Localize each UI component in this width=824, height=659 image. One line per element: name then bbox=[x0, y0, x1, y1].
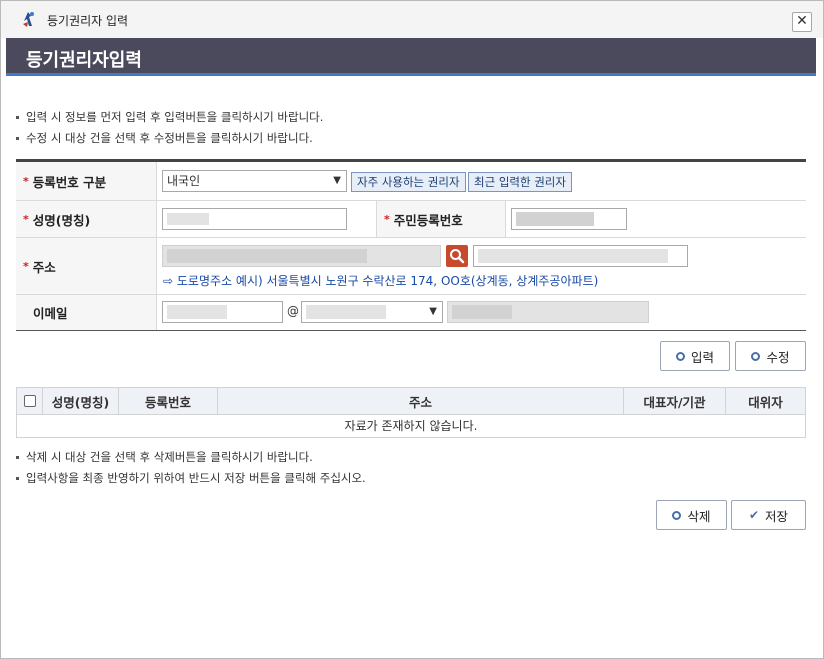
redacted-value bbox=[516, 212, 594, 226]
circle-icon bbox=[675, 351, 685, 361]
close-button[interactable]: ✕ bbox=[792, 12, 812, 32]
recent-holder-button[interactable]: 최근 입력한 권리자 bbox=[468, 172, 572, 192]
dialog-window: 등기권리자 입력 ✕ 등기권리자입력 입력 시 정보를 먼저 입력 후 입력버튼… bbox=[0, 0, 824, 659]
circle-icon bbox=[672, 510, 682, 520]
note-item: 수정 시 대상 건을 선택 후 수정버튼을 클릭하시기 바랍니다. bbox=[15, 128, 323, 149]
redacted-value bbox=[167, 249, 367, 263]
check-icon: ✔ bbox=[748, 508, 760, 522]
edit-button[interactable]: 수정 bbox=[735, 341, 806, 371]
window-title: 등기권리자 입력 bbox=[47, 14, 129, 28]
reg-type-select[interactable]: 내국인 ▼ bbox=[162, 170, 347, 192]
chevron-down-icon: ▼ bbox=[333, 175, 341, 186]
reg-type-label: * 등록번호 구분 bbox=[16, 162, 157, 200]
search-icon bbox=[450, 249, 465, 264]
page-header: 등기권리자입력 bbox=[6, 38, 816, 76]
app-logo-icon bbox=[23, 12, 34, 27]
delete-button[interactable]: 삭제 bbox=[656, 500, 727, 530]
name-label: * 성명(명칭) bbox=[16, 201, 157, 237]
note-item: 입력 시 정보를 먼저 입력 후 입력버튼을 클릭하시기 바랍니다. bbox=[15, 107, 323, 128]
email-at-sign: @ bbox=[287, 304, 299, 318]
rrn-label: * 주민등록번호 bbox=[376, 201, 506, 237]
arrow-right-icon: ⇨ bbox=[163, 274, 174, 288]
chevron-down-icon: ▼ bbox=[429, 306, 437, 317]
rrn-input[interactable] bbox=[511, 208, 627, 230]
page-title: 등기권리자입력 bbox=[26, 50, 142, 71]
close-icon: ✕ bbox=[796, 13, 808, 29]
email-domain-select[interactable]: ▼ bbox=[301, 301, 443, 323]
name-row: * 성명(명칭) * 주민등록번호 bbox=[16, 201, 806, 238]
name-input[interactable] bbox=[162, 208, 347, 230]
address-label: * 주소 bbox=[16, 238, 157, 294]
note-item: 입력사항을 최종 반영하기 위하여 반드시 저장 버튼을 클릭해 주십시오. bbox=[15, 468, 366, 489]
col-name: 성명(명칭) bbox=[43, 388, 119, 414]
col-representative: 대표자/기관 bbox=[624, 388, 726, 414]
title-bar: 등기권리자 입력 ✕ bbox=[1, 1, 823, 38]
col-subrogee: 대위자 bbox=[748, 394, 783, 410]
email-domain-input[interactable] bbox=[447, 301, 649, 323]
holder-list-table: 성명(명칭) 등록번호 주소 대표자/기관 대위자 자료가 존재하지 않습니다. bbox=[16, 387, 806, 438]
col-address: 주소 bbox=[218, 388, 624, 414]
email-id-input[interactable] bbox=[162, 301, 283, 323]
address-search-button[interactable] bbox=[446, 245, 468, 267]
bottom-notes: 삭제 시 대상 건을 선택 후 삭제버튼을 클릭하시기 바랍니다. 입력사항을 … bbox=[15, 447, 366, 489]
registrant-form: * 등록번호 구분 내국인 ▼ 자주 사용하는 권리자 최근 입력한 권리자 *… bbox=[16, 159, 806, 331]
detail-address-input[interactable] bbox=[473, 245, 688, 267]
email-label: 이메일 bbox=[16, 295, 157, 330]
reg-type-row: * 등록번호 구분 내국인 ▼ 자주 사용하는 권리자 최근 입력한 권리자 bbox=[16, 162, 806, 201]
select-all-checkbox[interactable] bbox=[23, 395, 36, 407]
redacted-value bbox=[452, 305, 512, 319]
redacted-value bbox=[167, 213, 209, 225]
circle-icon bbox=[751, 351, 761, 361]
redacted-value bbox=[478, 249, 668, 263]
empty-row: 자료가 존재하지 않습니다. bbox=[344, 419, 478, 433]
postal-address-input[interactable] bbox=[162, 245, 441, 267]
redacted-value bbox=[306, 305, 386, 319]
email-row: 이메일 @ ▼ bbox=[16, 295, 806, 330]
note-item: 삭제 시 대상 건을 선택 후 삭제버튼을 클릭하시기 바랍니다. bbox=[15, 447, 366, 468]
col-reg-number: 등록번호 bbox=[119, 388, 218, 414]
redacted-value bbox=[167, 305, 227, 319]
frequent-holder-button[interactable]: 자주 사용하는 권리자 bbox=[351, 172, 466, 192]
save-button[interactable]: ✔ 저장 bbox=[731, 500, 806, 530]
address-example-hint: ⇨ 도로명주소 예시) 서울특별시 노원구 수락산로 174, OO호(상계동,… bbox=[163, 274, 599, 288]
table-header: 성명(명칭) 등록번호 주소 대표자/기관 대위자 bbox=[17, 388, 805, 415]
address-row: * 주소 ⇨ 도로명주소 예시) 서울특별시 노원구 수락산로 174, OO호… bbox=[16, 238, 806, 295]
top-notes: 입력 시 정보를 먼저 입력 후 입력버튼을 클릭하시기 바랍니다. 수정 시 … bbox=[15, 107, 323, 149]
input-button[interactable]: 입력 bbox=[660, 341, 730, 371]
